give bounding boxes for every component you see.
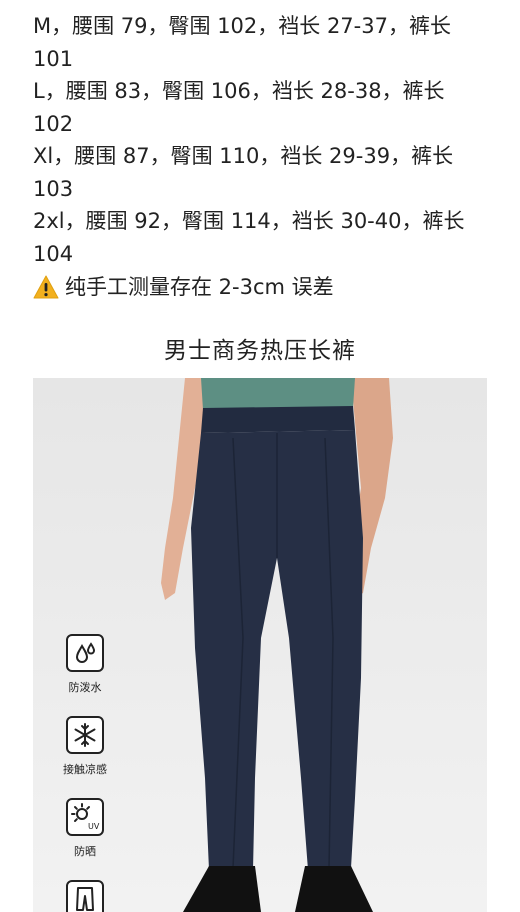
- size-chart: M，腰围 79，臀围 102，裆长 27-37，裤长 101 L，腰围 83，臀…: [33, 10, 493, 270]
- trousers-icon: [66, 880, 104, 912]
- product-title: 男士商务热压长裤: [33, 318, 487, 378]
- warning-icon: [33, 275, 59, 299]
- feature-water-repellent: 防泼水: [55, 634, 115, 695]
- size-line: M，腰围 79，臀围 102，裆长 27-37，裤长: [33, 14, 451, 38]
- feature-label: 防晒: [74, 845, 96, 858]
- size-line: 102: [33, 111, 74, 136]
- uv-sun-icon: UV: [66, 798, 104, 836]
- feature-label: 接触凉感: [63, 763, 107, 776]
- feature-cooling: 接触凉感: [55, 716, 115, 777]
- cooling-snowflake-icon: [66, 716, 104, 754]
- measurement-note: 纯手工测量存在 2-3cm 误差: [33, 271, 334, 303]
- size-line: Xl，腰围 87，臀围 110，裆长 29-39，裤长: [33, 144, 454, 168]
- svg-text:UV: UV: [88, 822, 100, 831]
- size-line: 103: [33, 176, 74, 201]
- water-repellent-icon: [66, 634, 104, 672]
- feature-trousers: [55, 880, 115, 912]
- product-image-card[interactable]: 男士商务热压长裤 防泼水 接触凉感 UV 防晒: [33, 318, 487, 912]
- size-line: 104: [33, 241, 74, 266]
- size-line: L，腰围 83，臀围 106，裆长 28-38，裤长: [33, 79, 445, 103]
- size-line: 101: [33, 46, 74, 71]
- feature-label: 防泼水: [68, 681, 102, 694]
- size-line: 2xl，腰围 92，臀围 114，裆长 30-40，裤长: [33, 209, 465, 233]
- note-text: 纯手工测量存在 2-3cm 误差: [65, 275, 334, 299]
- feature-uv: UV 防晒: [55, 798, 115, 859]
